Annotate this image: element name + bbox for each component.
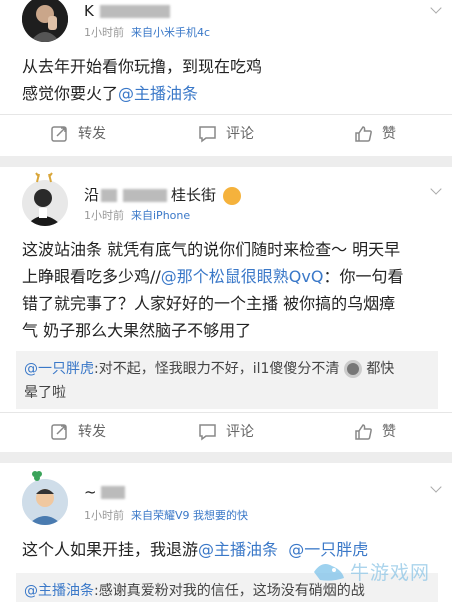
post-meta: 1小时前 来自小米手机4c [84,26,211,39]
comment-icon [199,424,216,441]
mention-link[interactable]: @主播油条 [24,583,94,599]
avatar[interactable] [22,0,68,42]
mention-link[interactable]: @一只胖虎 [24,361,94,377]
divider [0,156,452,167]
post-text: 这波站油条 就凭有底气的说你们随时来检查～ 明天早 上睁眼看吃多少鸡//@那个松… [22,240,404,340]
repost-icon [51,424,67,440]
antler-icon [35,172,53,183]
comment-icon [199,126,216,143]
clover-icon [32,471,42,481]
action-bar: 转发 评论 赞 [0,412,452,452]
post-2: 沿桂长街 1小时前 来自iPhone 这波站油条 就凭有底气的说你们随时来检查～… [0,167,452,452]
emoji-icon [343,360,362,378]
username[interactable]: 沿桂长街 [84,184,241,205]
watermark: 牛游戏网 [312,556,448,588]
post-meta: 1小时前 来自iPhone [84,209,191,222]
avatar[interactable] [22,479,68,525]
chevron-down-icon[interactable] [430,481,442,493]
emoji-icon [222,186,241,205]
thumbs-up-icon [355,424,372,440]
post-1: K 1小时前 来自小米手机4c 从去年开始看你玩撸，到现在吃鸡 感觉你要火了@主… [0,0,452,156]
mention-link[interactable]: @主播油条 [198,540,278,559]
reply-quote[interactable]: @一只胖虎:对不起，怪我眼力不好，il1傻傻分不清 都快 晕了啦 [16,351,438,409]
post-text: 从去年开始看你玩撸，到现在吃鸡 感觉你要火了@主播油条 [22,57,263,103]
action-bar: 转发 评论 赞 [0,114,452,154]
divider [0,452,452,463]
mention-link[interactable]: @那个松鼠很眼熟QvQ [161,267,324,286]
mention-link[interactable]: @主播油条 [118,84,198,103]
username[interactable]: ~ [84,483,125,501]
chevron-down-icon[interactable] [430,2,442,14]
post-meta: 1小时前 来自荣耀V9 我想要的快 [84,509,249,522]
thumbs-up-icon [355,126,372,142]
chevron-down-icon[interactable] [430,183,442,195]
username[interactable]: K [84,2,170,20]
avatar[interactable] [22,180,68,226]
repost-icon [51,126,67,142]
watermark-logo-icon [314,564,344,581]
